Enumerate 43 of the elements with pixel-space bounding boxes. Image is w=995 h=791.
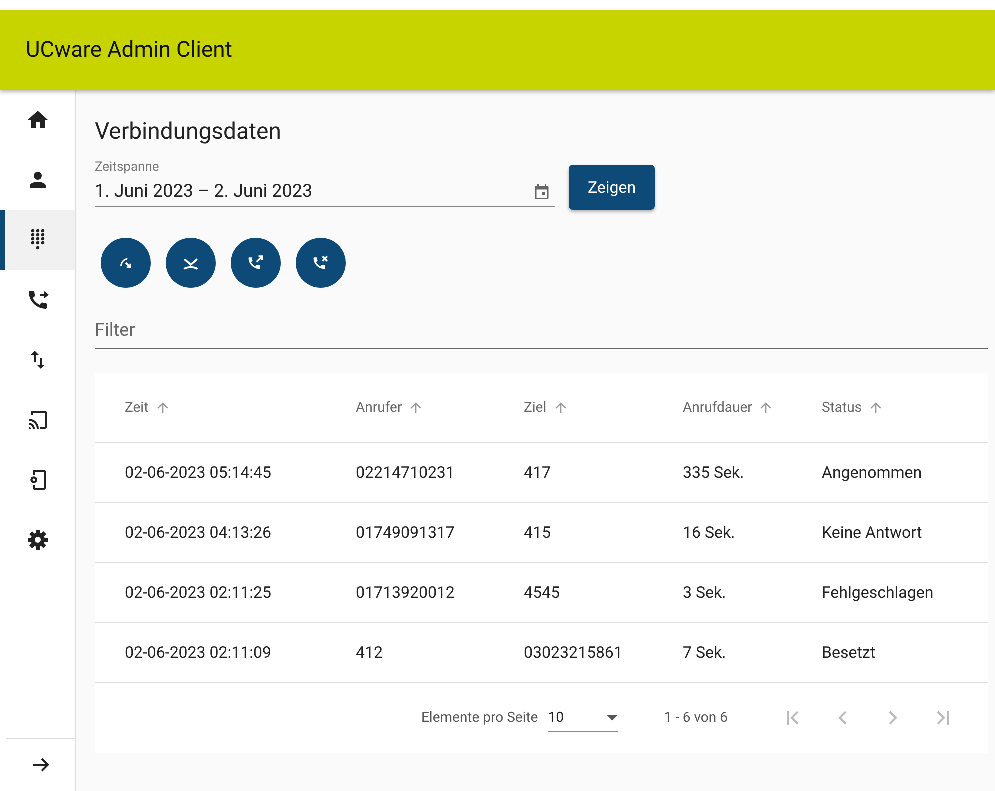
table-cell: 02-06-2023 02:11:09: [125, 643, 272, 662]
call-filter-button[interactable]: [296, 238, 346, 288]
settings-icon: [26, 528, 50, 552]
table-cell: Besetzt: [822, 643, 876, 662]
sidebar-item[interactable]: [0, 210, 75, 270]
column-header[interactable]: Ziel: [524, 400, 547, 416]
show-button[interactable]: Zeigen: [569, 165, 656, 210]
table-cell: 415: [524, 523, 551, 542]
calendar-icon[interactable]: [533, 182, 551, 200]
page-size-label: Elemente pro Seite: [421, 710, 538, 726]
call-filter-button[interactable]: [101, 238, 151, 288]
dropdown-icon: [607, 715, 618, 721]
table-cell: 7 Sek.: [683, 643, 726, 662]
date-range-value: 1. Juni 2023 – 2. Juni 2023: [95, 181, 313, 202]
table-cell: 02-06-2023 04:13:26: [125, 523, 272, 542]
table-cell: 03023215861: [524, 643, 623, 662]
table-cell: Angenommen: [822, 463, 922, 482]
column-header[interactable]: Status: [822, 400, 862, 416]
filter-field[interactable]: Filter: [95, 312, 988, 349]
call-filter-button[interactable]: [166, 238, 216, 288]
page-range: 1 - 6 von 6: [664, 710, 728, 726]
field-label: Zeitspanne: [95, 160, 160, 175]
page-title: Verbindungsdaten: [95, 118, 282, 145]
table-cell: 335 Sek.: [683, 463, 744, 482]
table-cell: Fehlgeschlagen: [822, 583, 934, 602]
table-cell: 16 Sek.: [683, 523, 736, 542]
table-cell: 02-06-2023 05:14:45: [125, 463, 272, 482]
table-cell: 02214710231: [356, 463, 455, 482]
column-header[interactable]: Anrufdauer: [683, 400, 752, 416]
table-cell: 01713920012: [356, 583, 455, 602]
table-cell: Keine Antwort: [822, 523, 922, 542]
table-cell: 412: [356, 643, 383, 662]
date-range-field[interactable]: Zeitspanne 1. Juni 2023 – 2. Juni 2023: [95, 160, 555, 207]
page-size-select[interactable]: 10: [548, 704, 618, 732]
table-cell: 01749091317: [356, 523, 455, 542]
column-header[interactable]: Zeit: [125, 400, 149, 416]
call-filter-button[interactable]: [231, 238, 281, 288]
table-cell: 02-06-2023 02:11:25: [125, 583, 272, 602]
table-cell: 417: [524, 463, 551, 482]
app-title: UCware Admin Client: [26, 38, 232, 62]
table-cell: 4545: [524, 583, 560, 602]
table-cell: 3 Sek.: [683, 583, 726, 602]
column-header[interactable]: Anrufer: [356, 400, 402, 416]
